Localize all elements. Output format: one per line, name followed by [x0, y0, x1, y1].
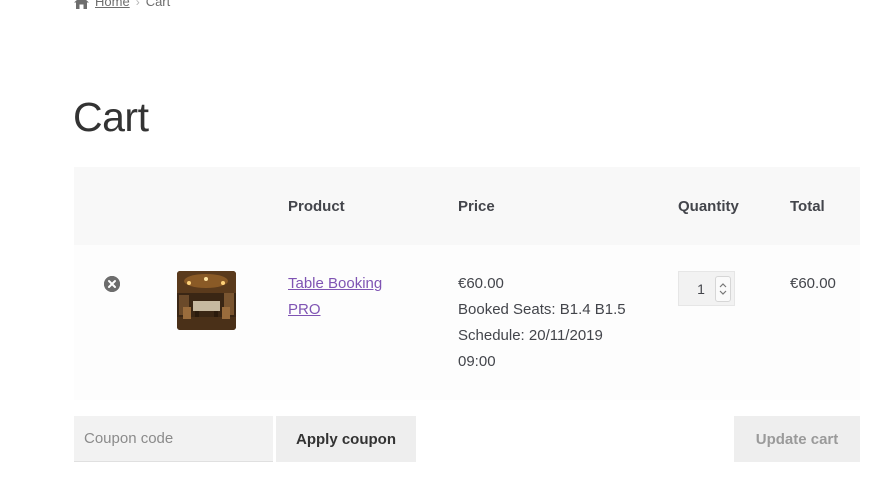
update-cart-button[interactable]: Update cart [734, 416, 860, 462]
product-name-link[interactable]: Table Booking PRO [288, 271, 408, 323]
breadcrumb-home-link[interactable]: Home [95, 0, 130, 10]
apply-coupon-button[interactable]: Apply coupon [276, 416, 416, 462]
item-total: €60.00 [790, 275, 836, 292]
cart-page: Home › Cart Cart Product Price Quantity … [0, 0, 885, 488]
item-meta-seats: Booked Seats: B1.4 B1.5 [458, 301, 626, 318]
header-price: Price [458, 198, 495, 215]
remove-item-button[interactable] [104, 276, 120, 292]
header-quantity: Quantity [678, 198, 739, 215]
remove-circle-icon [104, 276, 120, 292]
header-total: Total [790, 198, 825, 215]
table-row: Table Booking PRO €60.00 Booked Seats: B… [74, 245, 860, 400]
item-meta-schedule-time: 09:00 [458, 353, 496, 370]
item-meta-schedule: Schedule: 20/11/2019 [458, 327, 603, 344]
breadcrumb-separator: › [135, 0, 140, 9]
item-price: €60.00 [458, 275, 504, 292]
stepper-arrows-icon [719, 282, 727, 295]
header-product: Product [288, 198, 345, 215]
coupon-code-input[interactable] [74, 416, 273, 462]
product-name-line2: PRO [288, 301, 321, 318]
home-icon [74, 0, 89, 9]
price-cell: €60.00 Booked Seats: B1.4 B1.5 Schedule:… [458, 271, 638, 375]
breadcrumb: Home › Cart [74, 0, 170, 10]
quantity-stepper[interactable] [715, 275, 731, 302]
page-title: Cart [73, 94, 149, 140]
quantity-value[interactable]: 1 [693, 281, 709, 297]
restaurant-photo-icon [177, 271, 236, 330]
breadcrumb-current: Cart [145, 0, 171, 9]
quantity-input[interactable]: 1 [678, 271, 735, 306]
cart-table-header: Product Price Quantity Total [74, 167, 860, 245]
product-name-line1: Table Booking [288, 275, 383, 292]
product-thumbnail[interactable] [177, 271, 236, 330]
